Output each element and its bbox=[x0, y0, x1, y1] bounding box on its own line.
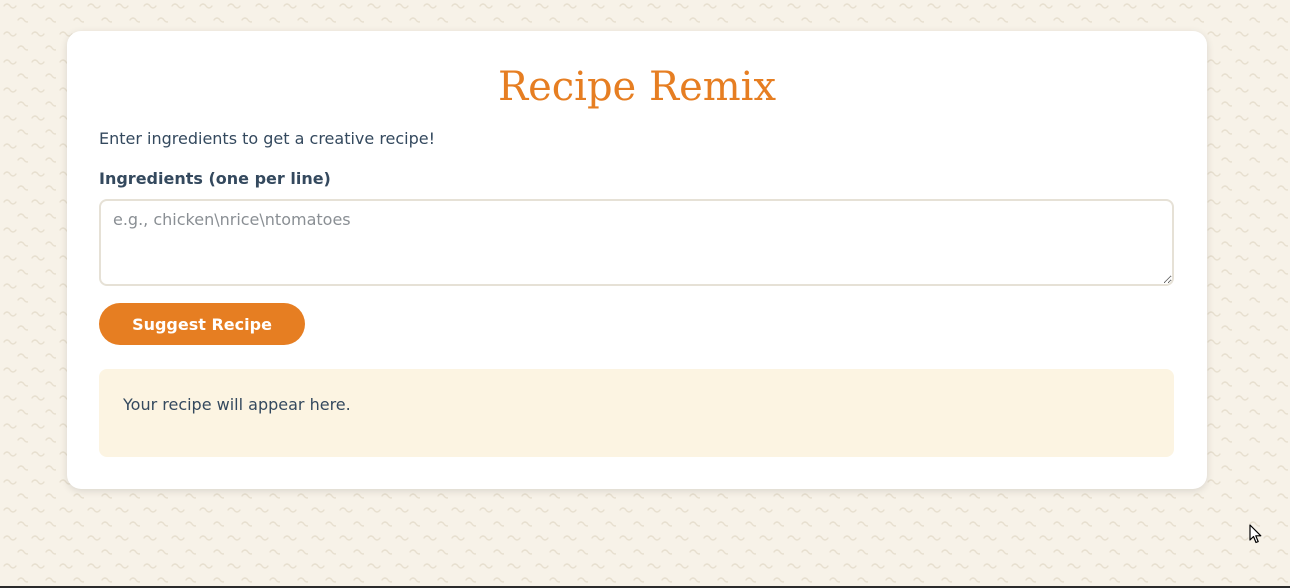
recipe-card: Recipe Remix Enter ingredients to get a … bbox=[67, 31, 1207, 489]
ingredients-label: Ingredients (one per line) bbox=[99, 169, 331, 188]
recipe-result-text: Your recipe will appear here. bbox=[123, 395, 351, 414]
mouse-pointer-icon bbox=[1249, 524, 1262, 544]
recipe-result-panel: Your recipe will appear here. bbox=[99, 369, 1174, 457]
ingredients-input[interactable] bbox=[99, 199, 1174, 286]
page-title: Recipe Remix bbox=[497, 64, 777, 110]
page-subtitle: Enter ingredients to get a creative reci… bbox=[99, 129, 436, 148]
suggest-recipe-button[interactable]: Suggest Recipe bbox=[99, 303, 305, 345]
